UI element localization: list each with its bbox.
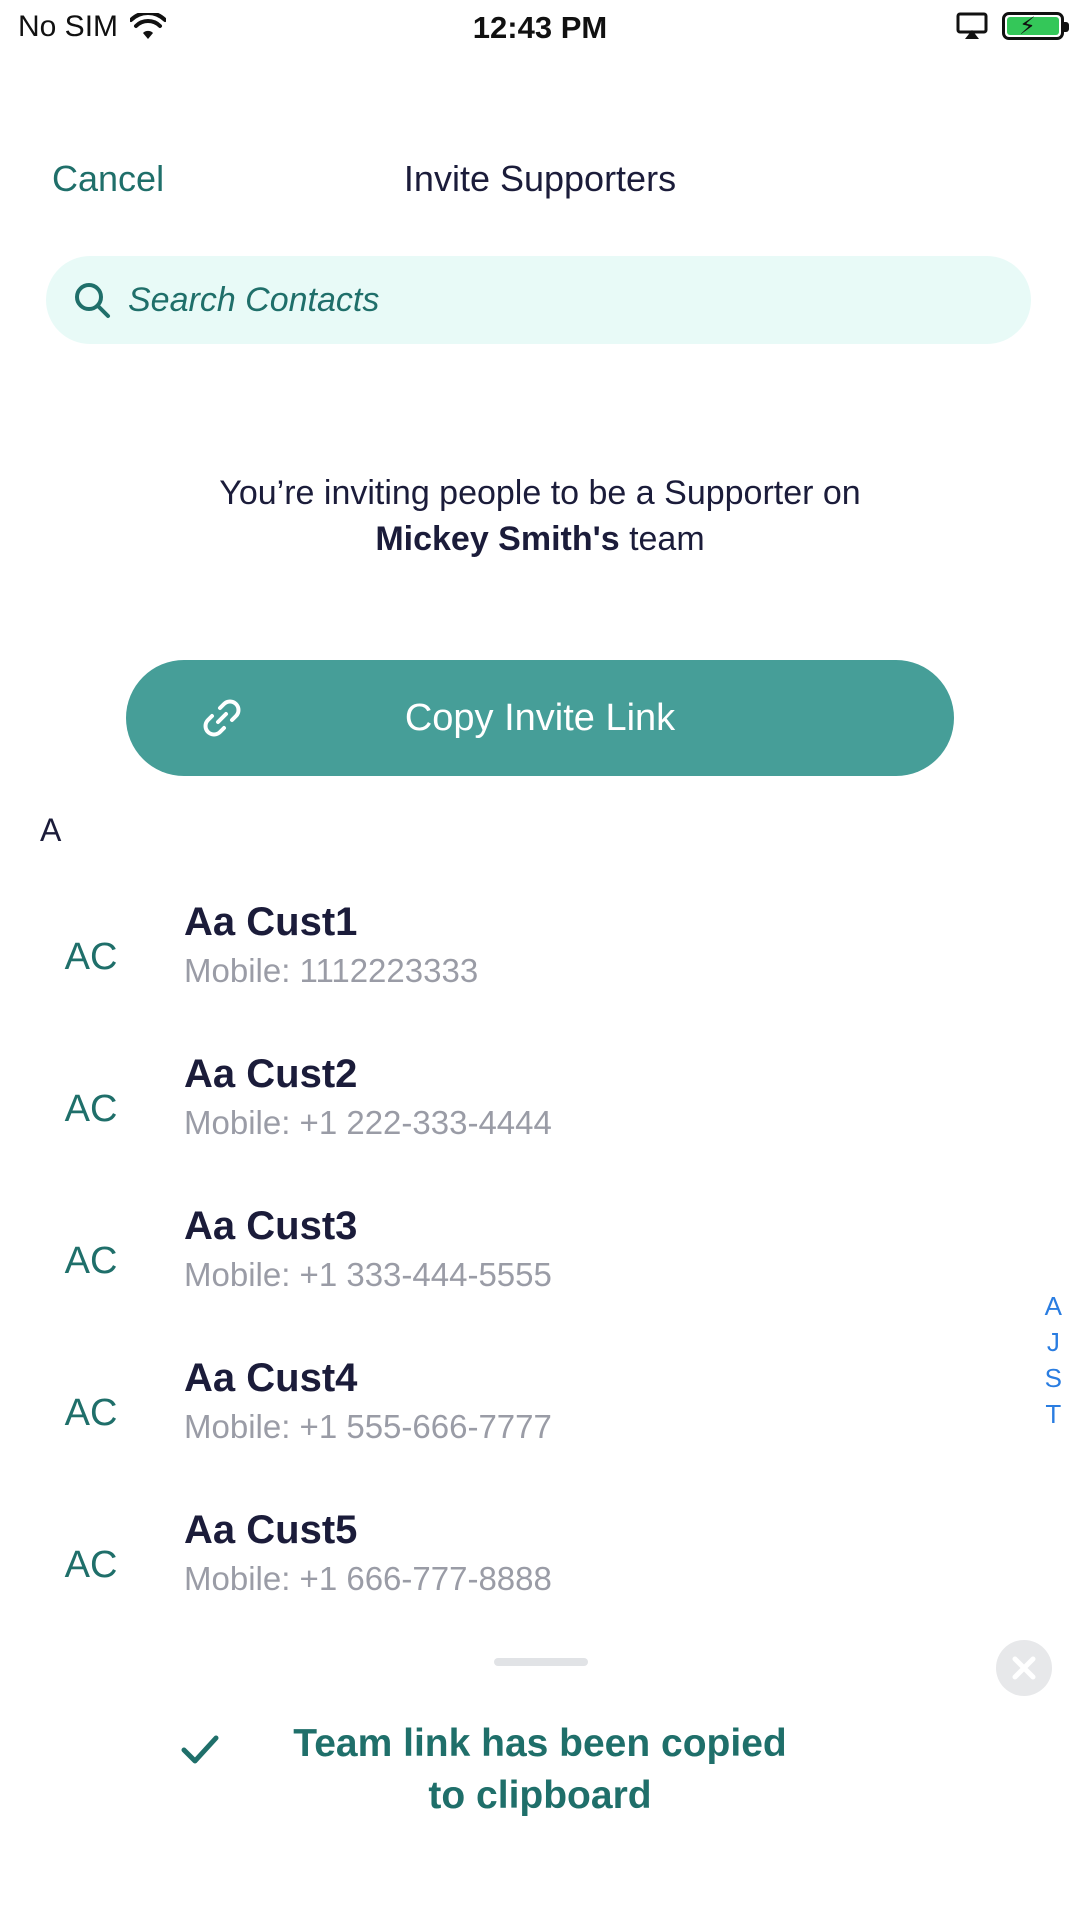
contact-row[interactable]: AC Aa Cust1 Mobile: 1112223333	[0, 900, 1000, 1030]
link-icon	[203, 699, 241, 737]
contact-phone: Mobile: +1 333-444-5555	[184, 1256, 552, 1293]
invite-info-line1: You’re inviting people to be a Supporter…	[219, 474, 861, 512]
invite-info: You’re inviting people to be a Supporter…	[0, 470, 1080, 562]
contact-name: Aa Cust3	[184, 1204, 358, 1248]
battery-charging-icon: ⚡	[1002, 12, 1069, 40]
check-icon	[181, 1735, 219, 1764]
contact-phone: Mobile: +1 222-333-4444	[184, 1104, 552, 1141]
status-bar: No SIM 12:43 PM ⚡	[0, 0, 1080, 56]
team-owner-name: Mickey Smith's	[375, 520, 620, 558]
avatar: AC	[64, 935, 118, 978]
page-title: Invite Supporters	[403, 158, 677, 199]
search-icon	[75, 283, 110, 318]
contact-row[interactable]: AC Aa Cust3 Mobile: +1 333-444-5555	[0, 1204, 1000, 1334]
invite-supporters-screen: No SIM 12:43 PM ⚡ Cancel Invite Supporte…	[0, 0, 1080, 1920]
contact-name: Aa Cust2	[184, 1052, 358, 1096]
index-letter-t[interactable]: T	[1045, 1396, 1061, 1432]
contact-name: Aa Cust5	[184, 1508, 358, 1552]
search-input[interactable]	[128, 280, 928, 320]
contact-row[interactable]: AC Aa Cust4 Mobile: +1 555-666-7777	[0, 1356, 1000, 1486]
search-bar[interactable]	[46, 256, 1031, 344]
invite-info-suffix: team	[619, 520, 705, 558]
section-header-a: A	[40, 812, 62, 848]
invite-info-line2: Mickey Smith's team	[0, 516, 1080, 562]
nav-bar: Cancel Invite Supporters	[0, 150, 1080, 210]
avatar: AC	[64, 1239, 118, 1282]
contact-row[interactable]: AC Aa Cust2 Mobile: +1 222-333-4444	[0, 1052, 1000, 1182]
copy-invite-link-label: Copy Invite Link	[404, 696, 676, 739]
index-letter-j[interactable]: J	[1047, 1324, 1060, 1360]
contact-row[interactable]: AC Aa Cust5 Mobile: +1 666-777-8888	[0, 1508, 1000, 1638]
contact-name: Aa Cust1	[184, 900, 358, 944]
toast-message: Team link has been copied to clipboard	[220, 1718, 860, 1822]
index-letter-a[interactable]: A	[1045, 1288, 1062, 1324]
contact-phone: Mobile: 1112223333	[184, 952, 479, 989]
copy-invite-link-button[interactable]: Copy Invite Link	[126, 660, 954, 776]
airplay-icon	[956, 12, 988, 39]
contact-name: Aa Cust4	[184, 1356, 358, 1400]
contact-phone: Mobile: +1 555-666-7777	[184, 1408, 552, 1445]
avatar: AC	[64, 1543, 118, 1586]
toast-line2: to clipboard	[428, 1774, 652, 1817]
close-icon[interactable]	[996, 1640, 1052, 1696]
alphabet-index[interactable]: A J S T	[1045, 1288, 1062, 1432]
avatar: AC	[64, 1391, 118, 1434]
status-right: ⚡	[956, 12, 1069, 40]
toast-line1: Team link has been copied	[293, 1722, 787, 1765]
toast-drag-handle[interactable]	[494, 1658, 588, 1666]
contact-phone: Mobile: +1 666-777-8888	[184, 1560, 552, 1597]
index-letter-s[interactable]: S	[1045, 1360, 1062, 1396]
status-time: 12:43 PM	[472, 10, 608, 45]
avatar: AC	[64, 1087, 118, 1130]
